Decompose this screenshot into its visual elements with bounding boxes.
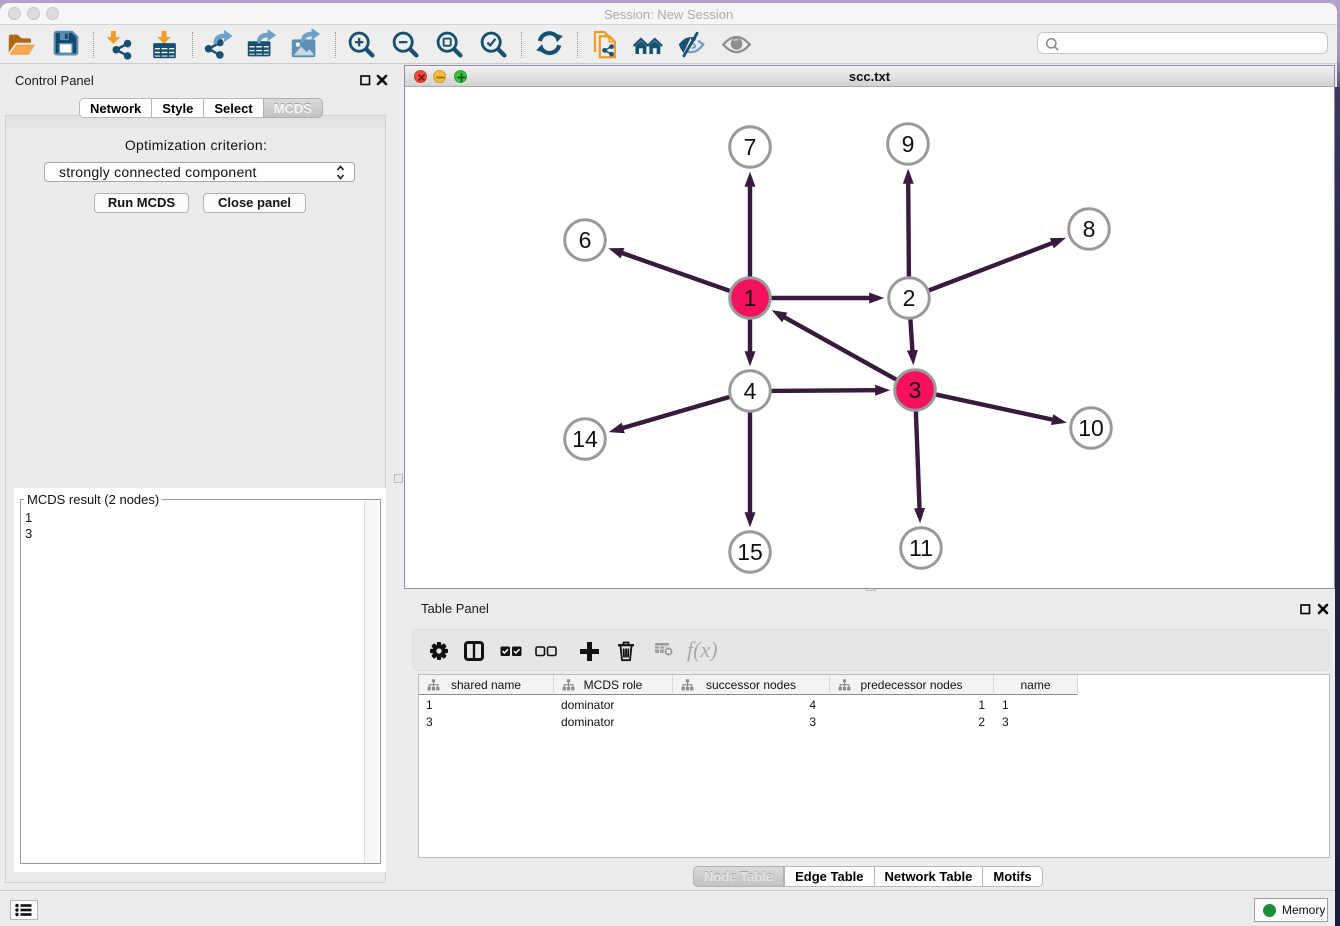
svg-text:4: 4 [744,378,757,404]
svg-text:6: 6 [579,227,592,253]
svg-text:9: 9 [902,131,915,157]
svg-text:2: 2 [903,285,916,311]
svg-text:11: 11 [909,535,933,561]
svg-text:10: 10 [1078,415,1104,441]
svg-text:8: 8 [1083,216,1096,242]
svg-text:15: 15 [737,539,763,565]
svg-text:7: 7 [744,134,757,160]
svg-text:14: 14 [572,426,598,452]
svg-text:3: 3 [909,377,922,403]
svg-text:1: 1 [744,285,757,311]
